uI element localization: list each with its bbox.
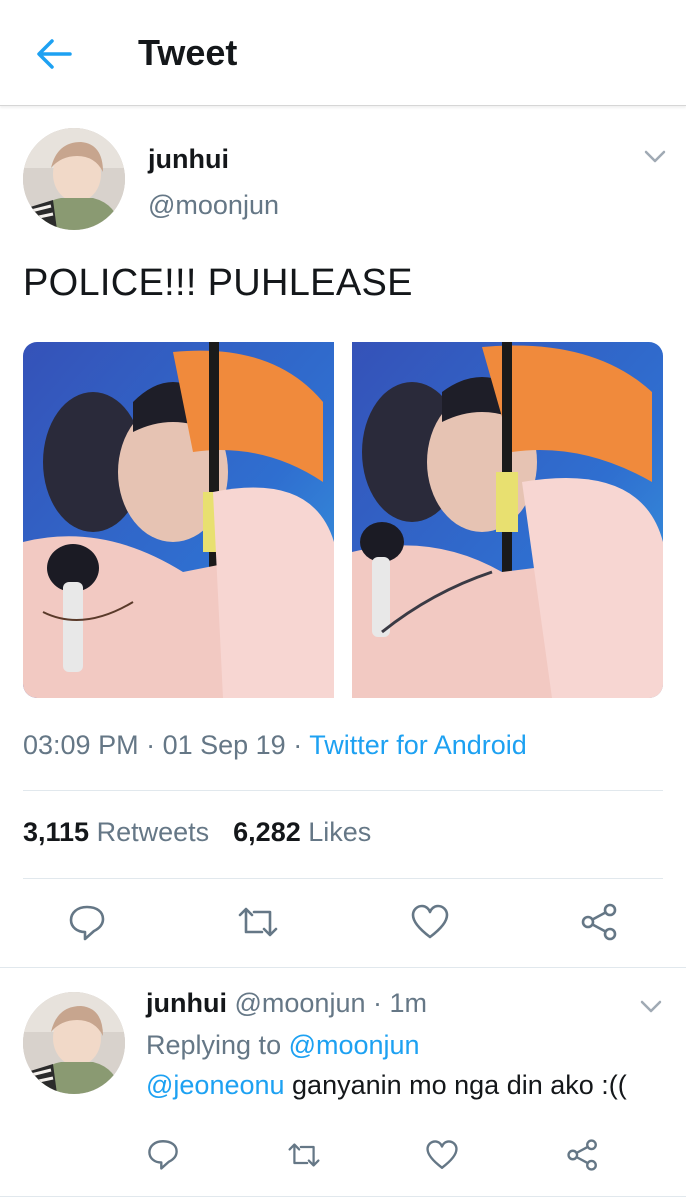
tweet-photo-1[interactable] (23, 342, 334, 698)
tweet-source-link[interactable]: Twitter for Android (309, 730, 527, 760)
replying-prefix: Replying to (146, 1030, 289, 1060)
replying-to-link[interactable]: @moonjun (289, 1030, 420, 1060)
meta-separator: · (138, 730, 163, 760)
page-title: Tweet (138, 32, 238, 73)
top-bar: Tweet (0, 0, 686, 106)
section-divider (0, 967, 686, 968)
likes-label: Likes (308, 817, 372, 847)
meta-separator: · (285, 730, 310, 760)
replying-to: Replying to @moonjun (146, 1030, 420, 1061)
tweet-text: POLICE!!! PUHLEASE (23, 262, 413, 304)
chevron-down-icon[interactable] (644, 150, 666, 164)
retweets-stat[interactable]: 3,115 Retweets (23, 817, 209, 847)
retweet-icon[interactable] (236, 902, 280, 942)
share-icon[interactable] (566, 1138, 600, 1172)
retweets-count: 3,115 (23, 817, 90, 847)
reply-display-name[interactable]: junhui (146, 988, 227, 1018)
reply-user-handle[interactable]: @moonjun (235, 988, 366, 1018)
avatar[interactable] (23, 992, 125, 1094)
divider (0, 1196, 686, 1197)
tweet-photo-2[interactable] (352, 342, 663, 698)
reply-age: 1m (389, 988, 427, 1018)
retweets-label: Retweets (96, 817, 210, 847)
divider (23, 790, 663, 791)
reply-icon[interactable] (67, 902, 107, 942)
retweet-icon[interactable] (285, 1139, 323, 1171)
reply-body: ganyanin mo nga din ako :(( (284, 1070, 627, 1100)
display-name[interactable]: junhui (148, 144, 229, 175)
likes-stat[interactable]: 6,282 Likes (233, 817, 371, 847)
reply-icon[interactable] (146, 1137, 180, 1171)
avatar[interactable] (23, 128, 125, 230)
reply-text: @jeoneonu ganyanin mo nga din ako :(( (146, 1070, 627, 1101)
meta-separator: · (365, 988, 390, 1018)
like-icon[interactable] (425, 1138, 459, 1172)
tweet-timestamp: 03:09 PM · 01 Sep 19 · Twitter for Andro… (23, 730, 527, 761)
tweet-time: 03:09 PM (23, 730, 139, 760)
reply-header: junhui @moonjun · 1m (146, 988, 427, 1019)
mention-link[interactable]: @jeoneonu (146, 1070, 285, 1100)
back-arrow-icon[interactable] (34, 36, 74, 72)
like-icon[interactable] (410, 902, 450, 942)
likes-count: 6,282 (233, 817, 301, 847)
tweet-stats: 3,115 Retweets 6,282 Likes (23, 817, 371, 848)
share-icon[interactable] (580, 902, 620, 942)
tweet-date: 01 Sep 19 (162, 730, 286, 760)
user-handle[interactable]: @moonjun (148, 190, 279, 221)
chevron-down-icon[interactable] (640, 1000, 662, 1014)
divider (23, 878, 663, 879)
